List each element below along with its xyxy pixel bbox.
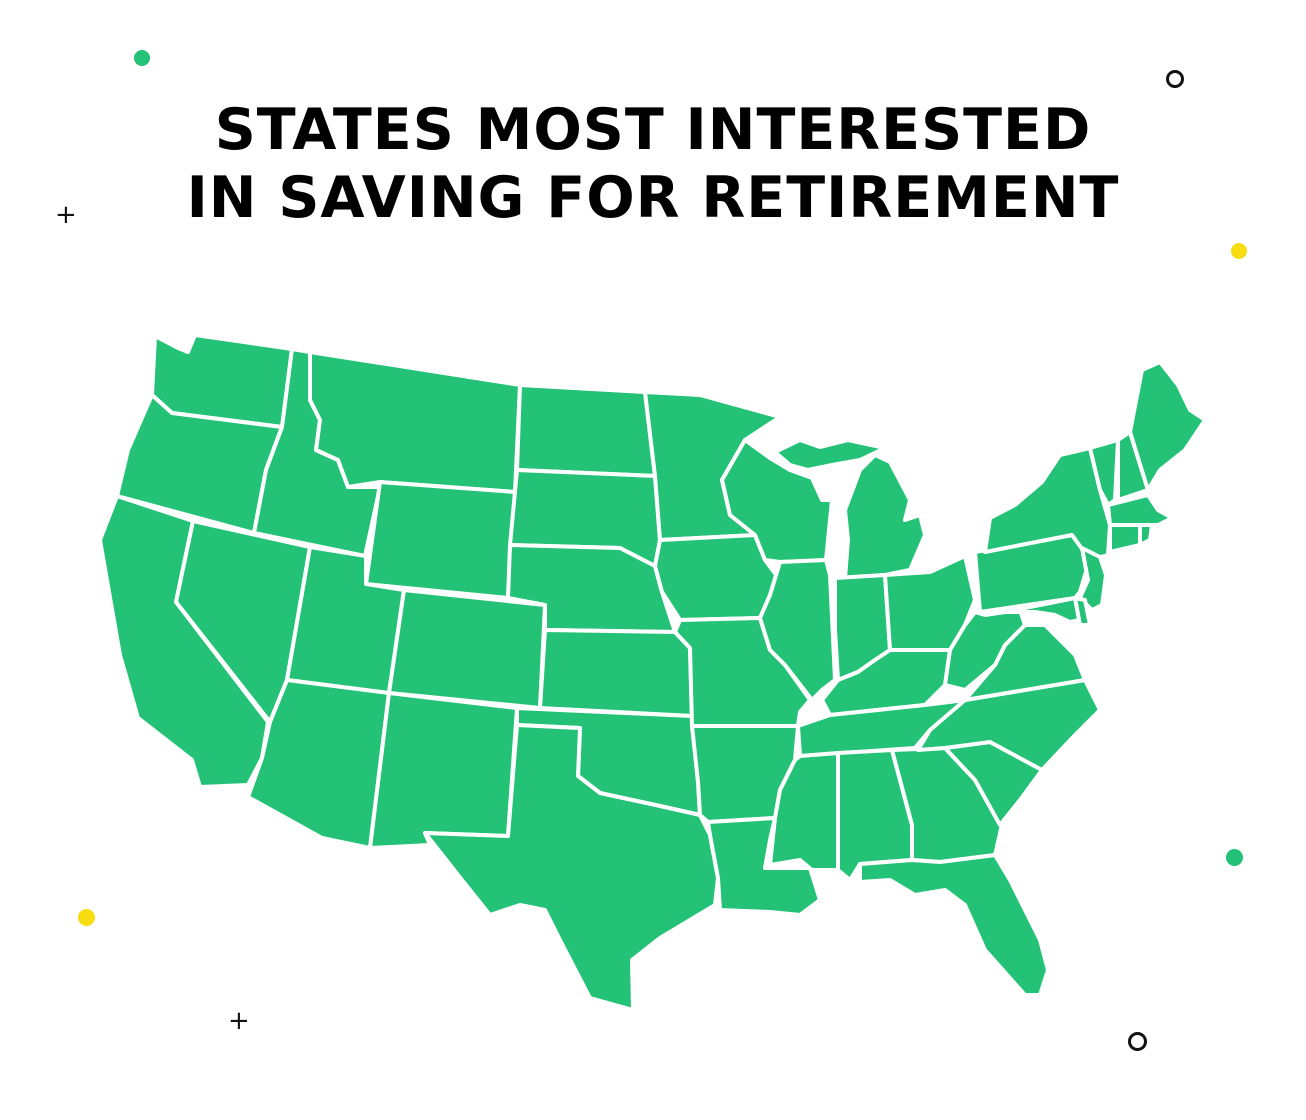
- state-maine: [1128, 360, 1207, 492]
- state-colorado: [387, 588, 547, 710]
- state-rhode-island: [1138, 523, 1154, 547]
- state-north-dakota: [515, 383, 657, 478]
- state-florida: [858, 853, 1050, 997]
- state-connecticut: [1108, 523, 1142, 554]
- state-wyoming: [364, 480, 517, 600]
- state-montana: [308, 350, 522, 494]
- us-states-map: [98, 333, 1207, 1012]
- state-kansas: [538, 628, 694, 718]
- state-michigan: [843, 453, 927, 580]
- state-new-mexico: [368, 691, 519, 850]
